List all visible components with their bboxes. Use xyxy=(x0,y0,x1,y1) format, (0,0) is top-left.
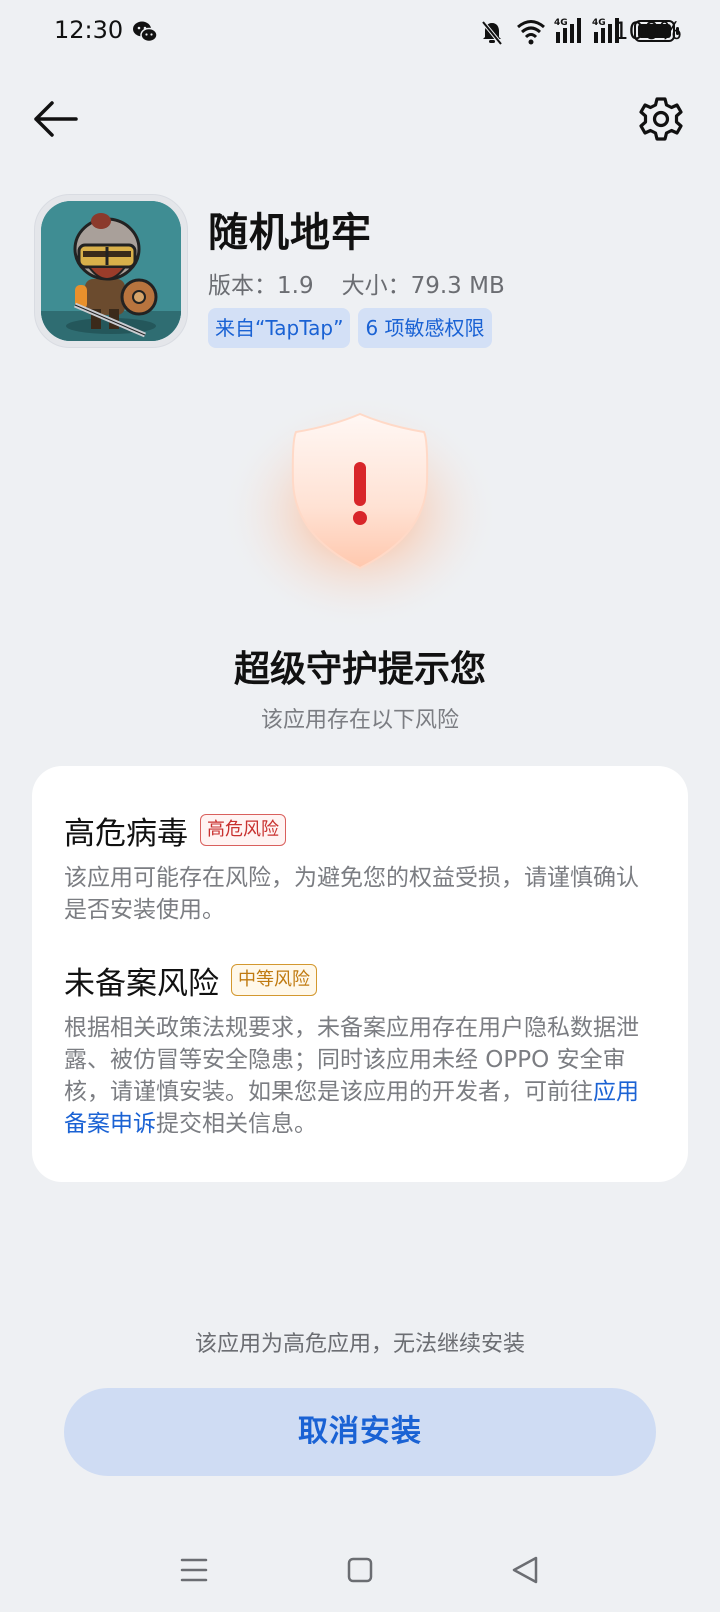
back-arrow-icon xyxy=(34,101,78,137)
permissions-tag[interactable]: 6 项敏感权限 xyxy=(358,308,492,348)
risk-title: 高危病毒 xyxy=(64,815,188,852)
high-risk-badge: 高危风险 xyxy=(200,814,286,846)
app-size: 大小：79.3 MB xyxy=(341,273,505,299)
nav-menu-button[interactable] xyxy=(174,1550,214,1590)
settings-button[interactable] xyxy=(632,90,690,148)
app-tags: 来自“TapTap” 6 项敏感权限 xyxy=(208,308,492,348)
status-icons: 4G 4G 100% xyxy=(400,14,720,50)
status-bar: 12:30 4G 4G 100% xyxy=(0,0,720,66)
mid-risk-badge: 中等风险 xyxy=(231,964,317,996)
mute-bell-icon xyxy=(481,20,503,46)
shield-warning-icon xyxy=(220,390,500,626)
gear-icon xyxy=(639,97,683,141)
menu-icon xyxy=(180,1558,208,1582)
status-time: 12:30 xyxy=(54,16,124,44)
app-name: 随机地牢 xyxy=(208,210,372,256)
risk-description: 根据相关政策法规要求，未备案应用存在用户隐私数据泄露、被仿冒等安全隐患；同时该应… xyxy=(64,1012,656,1140)
app-meta: 版本：1.9 大小：79.3 MB xyxy=(208,266,533,300)
home-icon xyxy=(347,1557,373,1583)
risk-item: 未备案风险 中等风险 根据相关政策法规要求，未备案应用存在用户隐私数据泄露、被仿… xyxy=(64,960,656,1140)
battery-percent: 100% xyxy=(613,17,682,45)
source-tag[interactable]: 来自“TapTap” xyxy=(208,308,351,348)
risk-description-suffix: 提交相关信息。 xyxy=(156,1111,317,1137)
risk-title: 未备案风险 xyxy=(64,965,219,1002)
wifi-icon xyxy=(517,20,545,45)
risk-card: 高危病毒 高危风险 该应用可能存在风险，为避免您的权益受损，请谨慎确认是否安装使… xyxy=(32,766,688,1182)
shield-warning-area xyxy=(210,390,510,646)
install-blocked-note: 该应用为高危应用，无法继续安装 xyxy=(194,1332,525,1357)
4g-signal-icon: 4G xyxy=(554,18,581,43)
app-icon xyxy=(34,194,188,348)
nav-back-button[interactable] xyxy=(506,1550,546,1590)
risk-description: 该应用可能存在风险，为避免您的权益受损，请谨慎确认是否安装使用。 xyxy=(64,865,639,923)
svg-text:4G: 4G xyxy=(592,18,606,28)
svg-text:4G: 4G xyxy=(554,18,568,28)
cancel-install-button[interactable]: 取消安装 xyxy=(64,1388,656,1476)
wechat-icon xyxy=(133,21,158,43)
back-button[interactable] xyxy=(30,92,84,146)
warning-subtitle: 该应用存在以下风险 xyxy=(260,708,459,733)
knight-app-icon xyxy=(41,201,181,341)
install-risk-screen: 12:30 4G 4G 100% 随机地牢 版本：1.9 大小：79.3 MB … xyxy=(0,0,720,1612)
nav-home-button[interactable] xyxy=(340,1550,380,1590)
back-triangle-icon xyxy=(512,1556,538,1584)
app-version: 版本：1.9 xyxy=(208,273,314,299)
risk-item: 高危病毒 高危风险 该应用可能存在风险，为避免您的权益受损，请谨慎确认是否安装使… xyxy=(64,810,656,926)
warning-title: 超级守护提示您 xyxy=(233,649,486,690)
risk-description-text: 根据相关政策法规要求，未备案应用存在用户隐私数据泄露、被仿冒等安全隐患；同时该应… xyxy=(64,1015,639,1105)
